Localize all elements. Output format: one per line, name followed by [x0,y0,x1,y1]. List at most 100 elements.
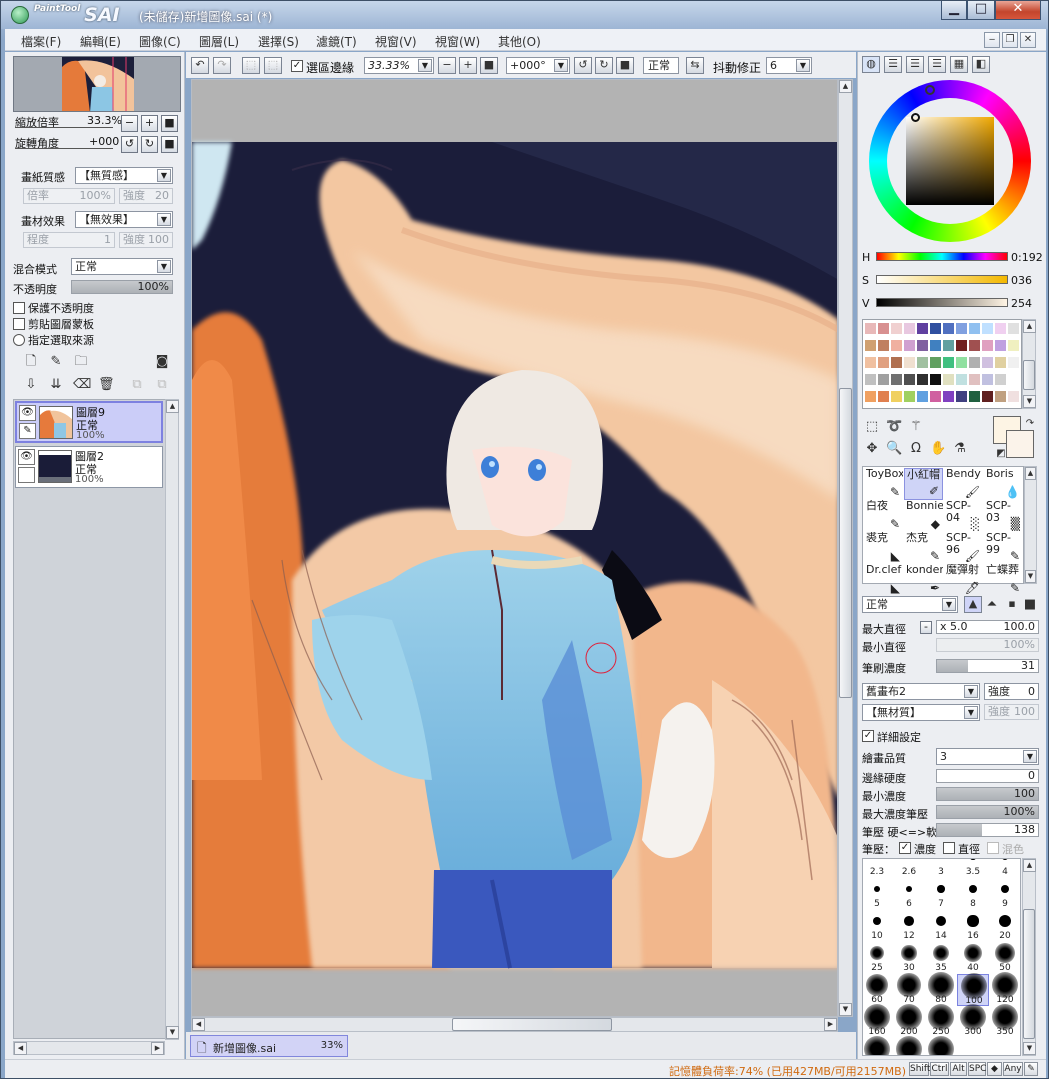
color-swatch[interactable] [917,391,928,402]
rotate-reset-button[interactable]: ■ [616,57,634,74]
scroll-down-arrow[interactable]: ▼ [1023,395,1036,408]
scroll-thumb[interactable] [839,388,852,698]
rotate-right-button[interactable]: ↻ [595,57,613,74]
swatch-grid[interactable] [862,319,1022,409]
rgb-slider-tab-icon[interactable]: ☰ [884,56,902,73]
angle-select[interactable]: +000° ▼ [506,57,570,74]
scroll-down-arrow[interactable]: ▼ [166,1026,179,1039]
brush-size-item[interactable]: 16 [957,910,989,942]
eye-icon[interactable]: 👁 [19,405,36,421]
color-swatch[interactable] [943,340,954,351]
brush-size-item[interactable]: 5 [863,878,893,910]
pressure-size-checkbox[interactable] [943,842,955,854]
max-size-minus-button[interactable]: - [920,621,932,634]
brush-tool-item[interactable]: Dr.clef ◣ [864,564,903,596]
mask-icon[interactable]: ◙ [154,354,170,370]
brush-size-item[interactable]: 500 [925,1036,957,1055]
scroll-up-arrow[interactable]: ▲ [839,80,852,93]
brush-tool-item[interactable]: 杰克 ✎ [904,532,943,564]
shape-strength-field[interactable]: 強度 0 [984,683,1039,700]
redo-button[interactable]: ↷ [213,57,231,74]
brush-size-item[interactable]: 12 [893,910,925,942]
layer-item-9[interactable]: 👁 ✎ 圖層9 正常 100% [15,401,163,443]
brush-size-item[interactable]: 35 [925,942,957,974]
brush-tool-item[interactable]: SCP-96 🖌 [944,532,983,564]
color-swatch[interactable] [917,340,928,351]
brush-lock-icon[interactable]: ✎ [19,423,36,439]
mdi-restore-button[interactable]: ❐ [1002,32,1018,48]
color-swatch[interactable] [1008,391,1019,402]
delete-layer-icon[interactable]: 🗑 [98,377,115,393]
color-swatch[interactable] [995,323,1006,334]
pressure-hardness-slider[interactable]: 138 [936,823,1039,837]
scroll-left-arrow[interactable]: ◀ [192,1018,205,1031]
brush-tool-item[interactable]: Bendy 🖌 [944,468,983,500]
swatch-tab-icon[interactable]: ▦ [950,56,968,73]
rect-select-icon[interactable]: ⬚ [864,419,880,435]
merge-down-icon[interactable]: ⇊ [48,377,64,393]
edge-hardness-slider[interactable]: 0 [936,769,1039,783]
maximize-button[interactable]: □ [967,1,995,20]
rotate-right-button[interactable]: ↻ [141,136,158,153]
artwork-canvas[interactable] [192,80,838,1017]
swap-color-icon[interactable]: ↷ [1022,416,1038,432]
brush-shape-flat-icon[interactable]: ⏹ [1004,597,1020,613]
invert-selection-button[interactable]: ⬚ [264,57,282,74]
brush-tool-item[interactable]: ToyBox ✎ [864,468,903,500]
brush-lock-icon[interactable] [18,467,35,483]
brush-size-item[interactable]: 60 [863,974,893,1006]
color-swatch[interactable] [943,391,954,402]
brush-shape-soft-icon[interactable]: ⏶ [984,597,1000,613]
color-swatch[interactable] [904,323,915,334]
brush-size-item[interactable]: 100 [957,973,989,1006]
scroll-right-arrow[interactable]: ▶ [151,1042,164,1055]
saturation-slider[interactable] [876,275,1008,284]
protect-alpha-checkbox[interactable] [13,302,25,314]
scratchpad-tab-icon[interactable]: ◧ [972,56,990,73]
paper-effect-select[interactable]: 【無效果】 ▼ [75,211,173,228]
brush-size-item[interactable]: 120 [989,972,1020,1006]
clip-group-checkbox[interactable] [13,318,25,330]
color-swatch[interactable] [982,374,993,385]
color-swatch[interactable] [865,357,876,368]
brush-size-item[interactable]: 10 [863,910,893,942]
color-swatch[interactable] [956,357,967,368]
brush-tool-item[interactable]: Bonnie ◆ [904,500,943,532]
brush-tool-item[interactable]: 裘克 ◣ [864,532,903,564]
blend-mode-select[interactable]: 正常 ▼ [71,258,173,275]
zoom-reset-button[interactable]: ■ [161,115,178,132]
color-swatch[interactable] [891,340,902,351]
brush-size-item[interactable]: 20 [989,910,1020,942]
color-swatch[interactable] [878,357,889,368]
mixer-tab-icon[interactable]: ☰ [928,56,946,73]
color-swatch[interactable] [943,357,954,368]
brush-size-item[interactable]: 80 [925,972,957,1006]
brush-size-scrollbar[interactable]: ▲ ▼ [1022,858,1036,1056]
rotate-icon[interactable]: Ω [908,441,924,457]
canvas-vscrollbar[interactable]: ▲ ▼ [838,79,853,1017]
brush-tool-item[interactable]: 魔彈射 🖊 [944,564,983,596]
color-swatch[interactable] [1008,323,1019,334]
color-swatch[interactable] [917,357,928,368]
color-swatch[interactable] [943,323,954,334]
brush-size-item[interactable]: 4 [989,859,1020,878]
zoom-icon[interactable]: 🔍 [886,441,902,457]
color-swatch[interactable] [956,391,967,402]
brush-size-item[interactable]: 3.5 [957,859,989,878]
color-swatch[interactable] [865,391,876,402]
rotate-slider[interactable] [15,148,113,149]
color-swatch[interactable] [995,357,1006,368]
navigator-preview[interactable] [13,56,181,112]
scroll-down-arrow[interactable]: ▼ [1025,570,1036,583]
menu-view[interactable]: 視窗(V) [375,33,417,50]
color-swatch[interactable] [969,391,980,402]
scroll-thumb[interactable] [452,1018,612,1031]
brush-size-item[interactable]: 450 [893,1036,925,1055]
flip-button[interactable]: ⇆ [686,57,704,74]
brush-shape-round-icon[interactable]: ▲ [964,596,982,613]
menu-filter[interactable]: 濾鏡(T) [316,33,357,50]
minimize-button[interactable]: ▁ [941,1,967,20]
zoom-select[interactable]: 33.33% ▼ [364,57,434,74]
paper-texture-select[interactable]: 【無質感】 ▼ [75,167,173,184]
color-swatch[interactable] [878,374,889,385]
